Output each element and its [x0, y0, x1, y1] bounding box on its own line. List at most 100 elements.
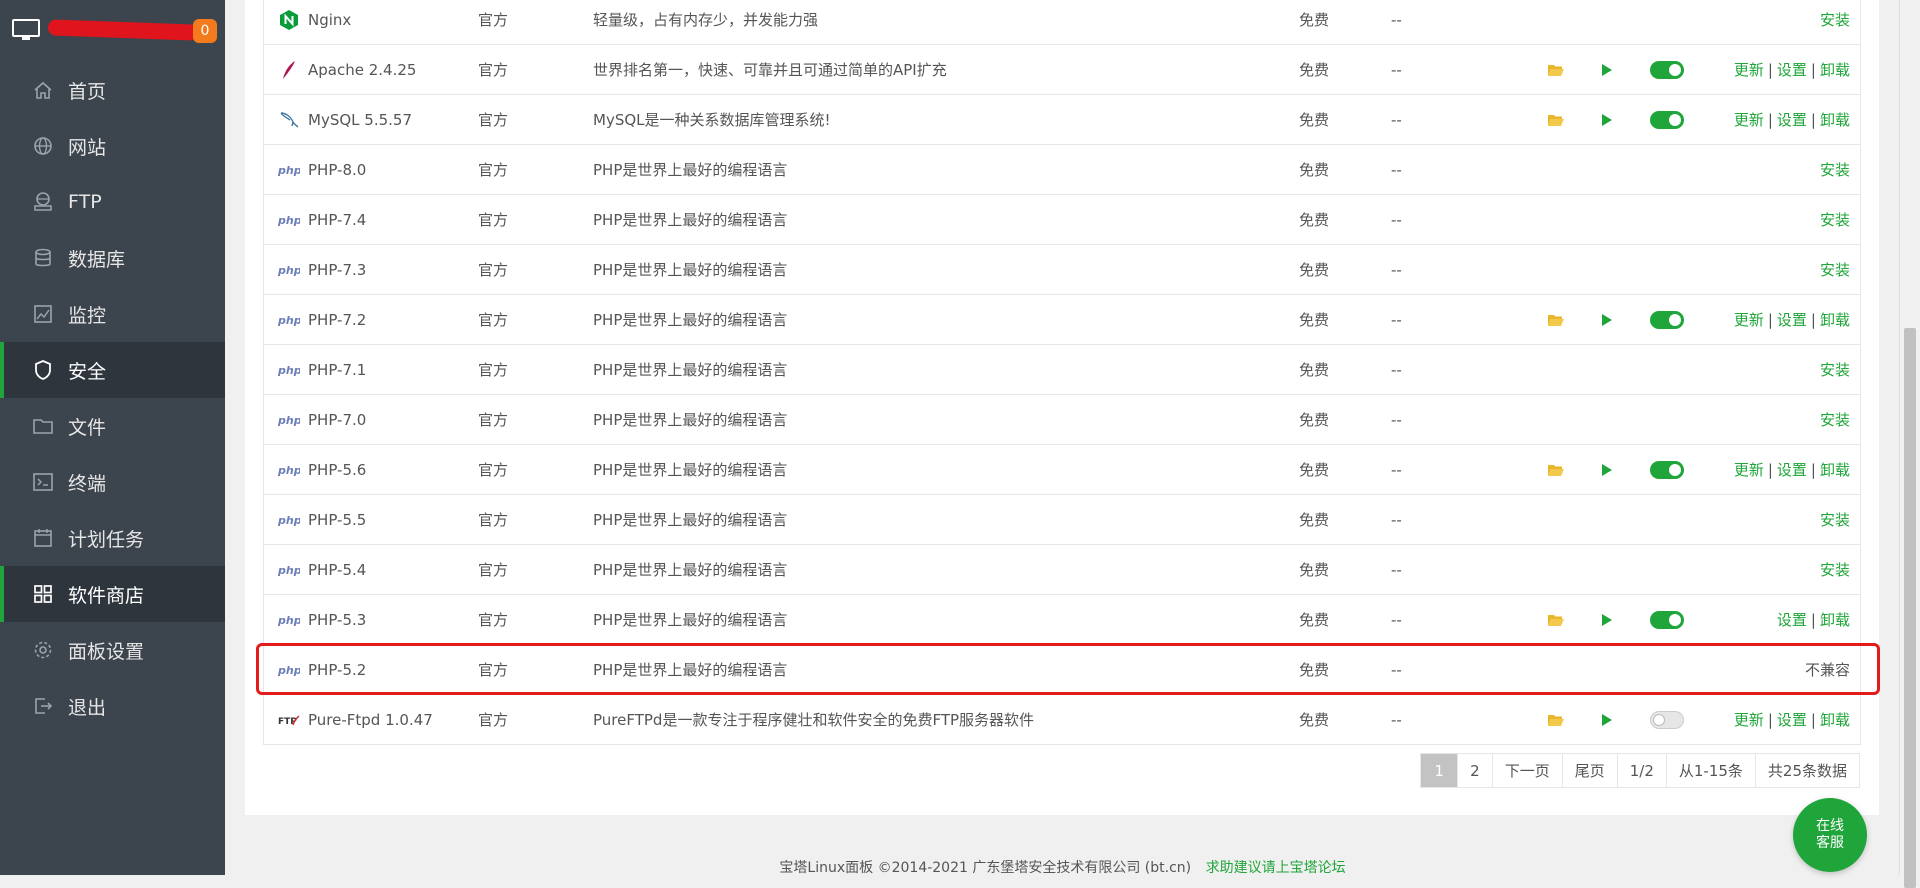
display-toggle[interactable]: [1650, 110, 1684, 129]
scrollbar-thumb[interactable]: [1904, 328, 1916, 888]
uninstall-link[interactable]: 卸载: [1820, 711, 1850, 729]
software-name: Apache 2.4.25: [308, 60, 417, 79]
sidebar-item-database[interactable]: 数据库: [0, 230, 225, 286]
price-cell: 免费: [1299, 194, 1391, 245]
separator: |: [1767, 61, 1773, 79]
sidebar-item-logout[interactable]: 退出: [0, 678, 225, 734]
homepage-toggle-cell: [1631, 594, 1703, 645]
settings-link[interactable]: 设置: [1777, 611, 1807, 629]
play-icon[interactable]: [1597, 711, 1615, 729]
settings-link[interactable]: 设置: [1777, 111, 1807, 129]
install-link[interactable]: 安装: [1820, 361, 1850, 379]
uninstall-link[interactable]: 卸载: [1820, 311, 1850, 329]
software-name: PHP-7.0: [308, 410, 367, 429]
page-current[interactable]: 1: [1421, 754, 1459, 787]
svg-text:php: php: [278, 264, 300, 277]
svg-text:php: php: [278, 514, 300, 527]
folder-open-icon[interactable]: [1547, 311, 1565, 329]
nginx-icon: [278, 9, 300, 31]
php-icon: php: [277, 259, 302, 281]
uninstall-link[interactable]: 卸载: [1820, 111, 1850, 129]
sidebar-item-terminal[interactable]: 终端: [0, 454, 225, 510]
php-icon: php: [277, 559, 302, 581]
uninstall-link[interactable]: 卸载: [1820, 61, 1850, 79]
settings-link[interactable]: 设置: [1777, 461, 1807, 479]
play-cell: [1581, 0, 1631, 45]
footer: 宝塔Linux面板 ©2014-2021 广东堡塔安全技术有限公司 (bt.cn…: [225, 860, 1900, 875]
sidebar-item-label: 数据库: [68, 248, 126, 271]
description-cell: PureFTPd是一款专注于程序健壮和软件安全的免费FTP服务器软件: [593, 694, 1299, 745]
sidebar-item-label: 首页: [68, 80, 107, 103]
notification-badge[interactable]: 0: [193, 19, 217, 43]
play-cell: [1581, 344, 1631, 395]
homepage-toggle-cell: [1631, 394, 1703, 445]
sidebar-item-globe[interactable]: 网站: [0, 118, 225, 174]
total-count: 共25条数据: [1767, 762, 1847, 780]
display-toggle[interactable]: [1650, 310, 1684, 329]
developer-cell: 官方: [478, 144, 593, 195]
update-link[interactable]: 更新: [1734, 461, 1764, 479]
sidebar-item-grid[interactable]: 软件商店: [0, 566, 225, 622]
sidebar-menu: 首页网站 FTP 数据库监控 安全 文件 终端 计划任务 软件商店 面板设置 退出: [0, 62, 225, 734]
service-label-1: 在线: [1816, 818, 1844, 834]
install-link[interactable]: 安装: [1820, 261, 1850, 279]
update-link[interactable]: 更新: [1734, 311, 1764, 329]
display-toggle[interactable]: [1650, 60, 1684, 79]
folder-open-icon[interactable]: [1547, 611, 1565, 629]
page-2-link[interactable]: 2: [1458, 754, 1493, 787]
sidebar-item-calendar[interactable]: 计划任务: [0, 510, 225, 566]
page-scrollbar[interactable]: [1899, 0, 1920, 888]
folder-open-icon[interactable]: [1547, 461, 1565, 479]
install-link[interactable]: 安装: [1820, 11, 1850, 29]
display-toggle[interactable]: [1650, 710, 1684, 729]
play-icon[interactable]: [1597, 461, 1615, 479]
install-link[interactable]: 安装: [1820, 411, 1850, 429]
play-icon[interactable]: [1597, 611, 1615, 629]
settings-link[interactable]: 设置: [1777, 311, 1807, 329]
sidebar-item-ftp-server[interactable]: FTP: [0, 174, 225, 230]
install-link[interactable]: 安装: [1820, 161, 1850, 179]
footer-forum-link[interactable]: 求助建议请上宝塔论坛: [1206, 860, 1346, 875]
sidebar-item-folder[interactable]: 文件: [0, 398, 225, 454]
next-page-link[interactable]: 下一页: [1493, 754, 1563, 787]
developer-cell: 官方: [478, 44, 593, 95]
display-toggle[interactable]: [1650, 460, 1684, 479]
svg-text:php: php: [278, 414, 300, 427]
install-link[interactable]: 安装: [1820, 511, 1850, 529]
folder-open-icon[interactable]: [1547, 61, 1565, 79]
folder-open-icon[interactable]: [1547, 711, 1565, 729]
software-name: Pure-Ftpd 1.0.47: [308, 710, 433, 729]
update-link[interactable]: 更新: [1734, 111, 1764, 129]
online-service-button[interactable]: 在线 客服: [1793, 798, 1867, 872]
sidebar-item-gear[interactable]: 面板设置: [0, 622, 225, 678]
update-link[interactable]: 更新: [1734, 711, 1764, 729]
install-link[interactable]: 安装: [1820, 561, 1850, 579]
ftpd-icon: FTP: [278, 709, 300, 731]
table-row: php PHP-5.3 官方 PHP是世界上最好的编程语言 免费 -- 设置 | 卸载: [263, 594, 1861, 645]
settings-link[interactable]: 设置: [1777, 711, 1807, 729]
install-link[interactable]: 安装: [1820, 211, 1850, 229]
expire-cell: --: [1391, 294, 1531, 345]
uninstall-link[interactable]: 卸载: [1820, 461, 1850, 479]
sidebar-item-home[interactable]: 首页: [0, 62, 225, 118]
php-icon: php: [277, 659, 302, 681]
php-icon: php: [277, 409, 302, 431]
play-icon[interactable]: [1597, 111, 1615, 129]
folder-cell: [1531, 144, 1581, 195]
separator: |: [1810, 461, 1816, 479]
settings-link[interactable]: 设置: [1777, 61, 1807, 79]
uninstall-link[interactable]: 卸载: [1820, 611, 1850, 629]
svg-text:php: php: [278, 364, 300, 377]
display-toggle[interactable]: [1650, 610, 1684, 629]
homepage-toggle-cell: [1631, 344, 1703, 395]
sidebar-item-shield[interactable]: 安全: [0, 342, 225, 398]
folder-open-icon[interactable]: [1547, 111, 1565, 129]
play-icon[interactable]: [1597, 61, 1615, 79]
play-icon[interactable]: [1597, 311, 1615, 329]
last-page-link[interactable]: 尾页: [1563, 754, 1618, 787]
update-link[interactable]: 更新: [1734, 61, 1764, 79]
sidebar-item-chart[interactable]: 监控: [0, 286, 225, 342]
software-name: MySQL 5.5.57: [308, 110, 412, 129]
software-name-cell: php PHP-5.2: [263, 644, 478, 695]
description-cell: PHP是世界上最好的编程语言: [593, 194, 1299, 245]
